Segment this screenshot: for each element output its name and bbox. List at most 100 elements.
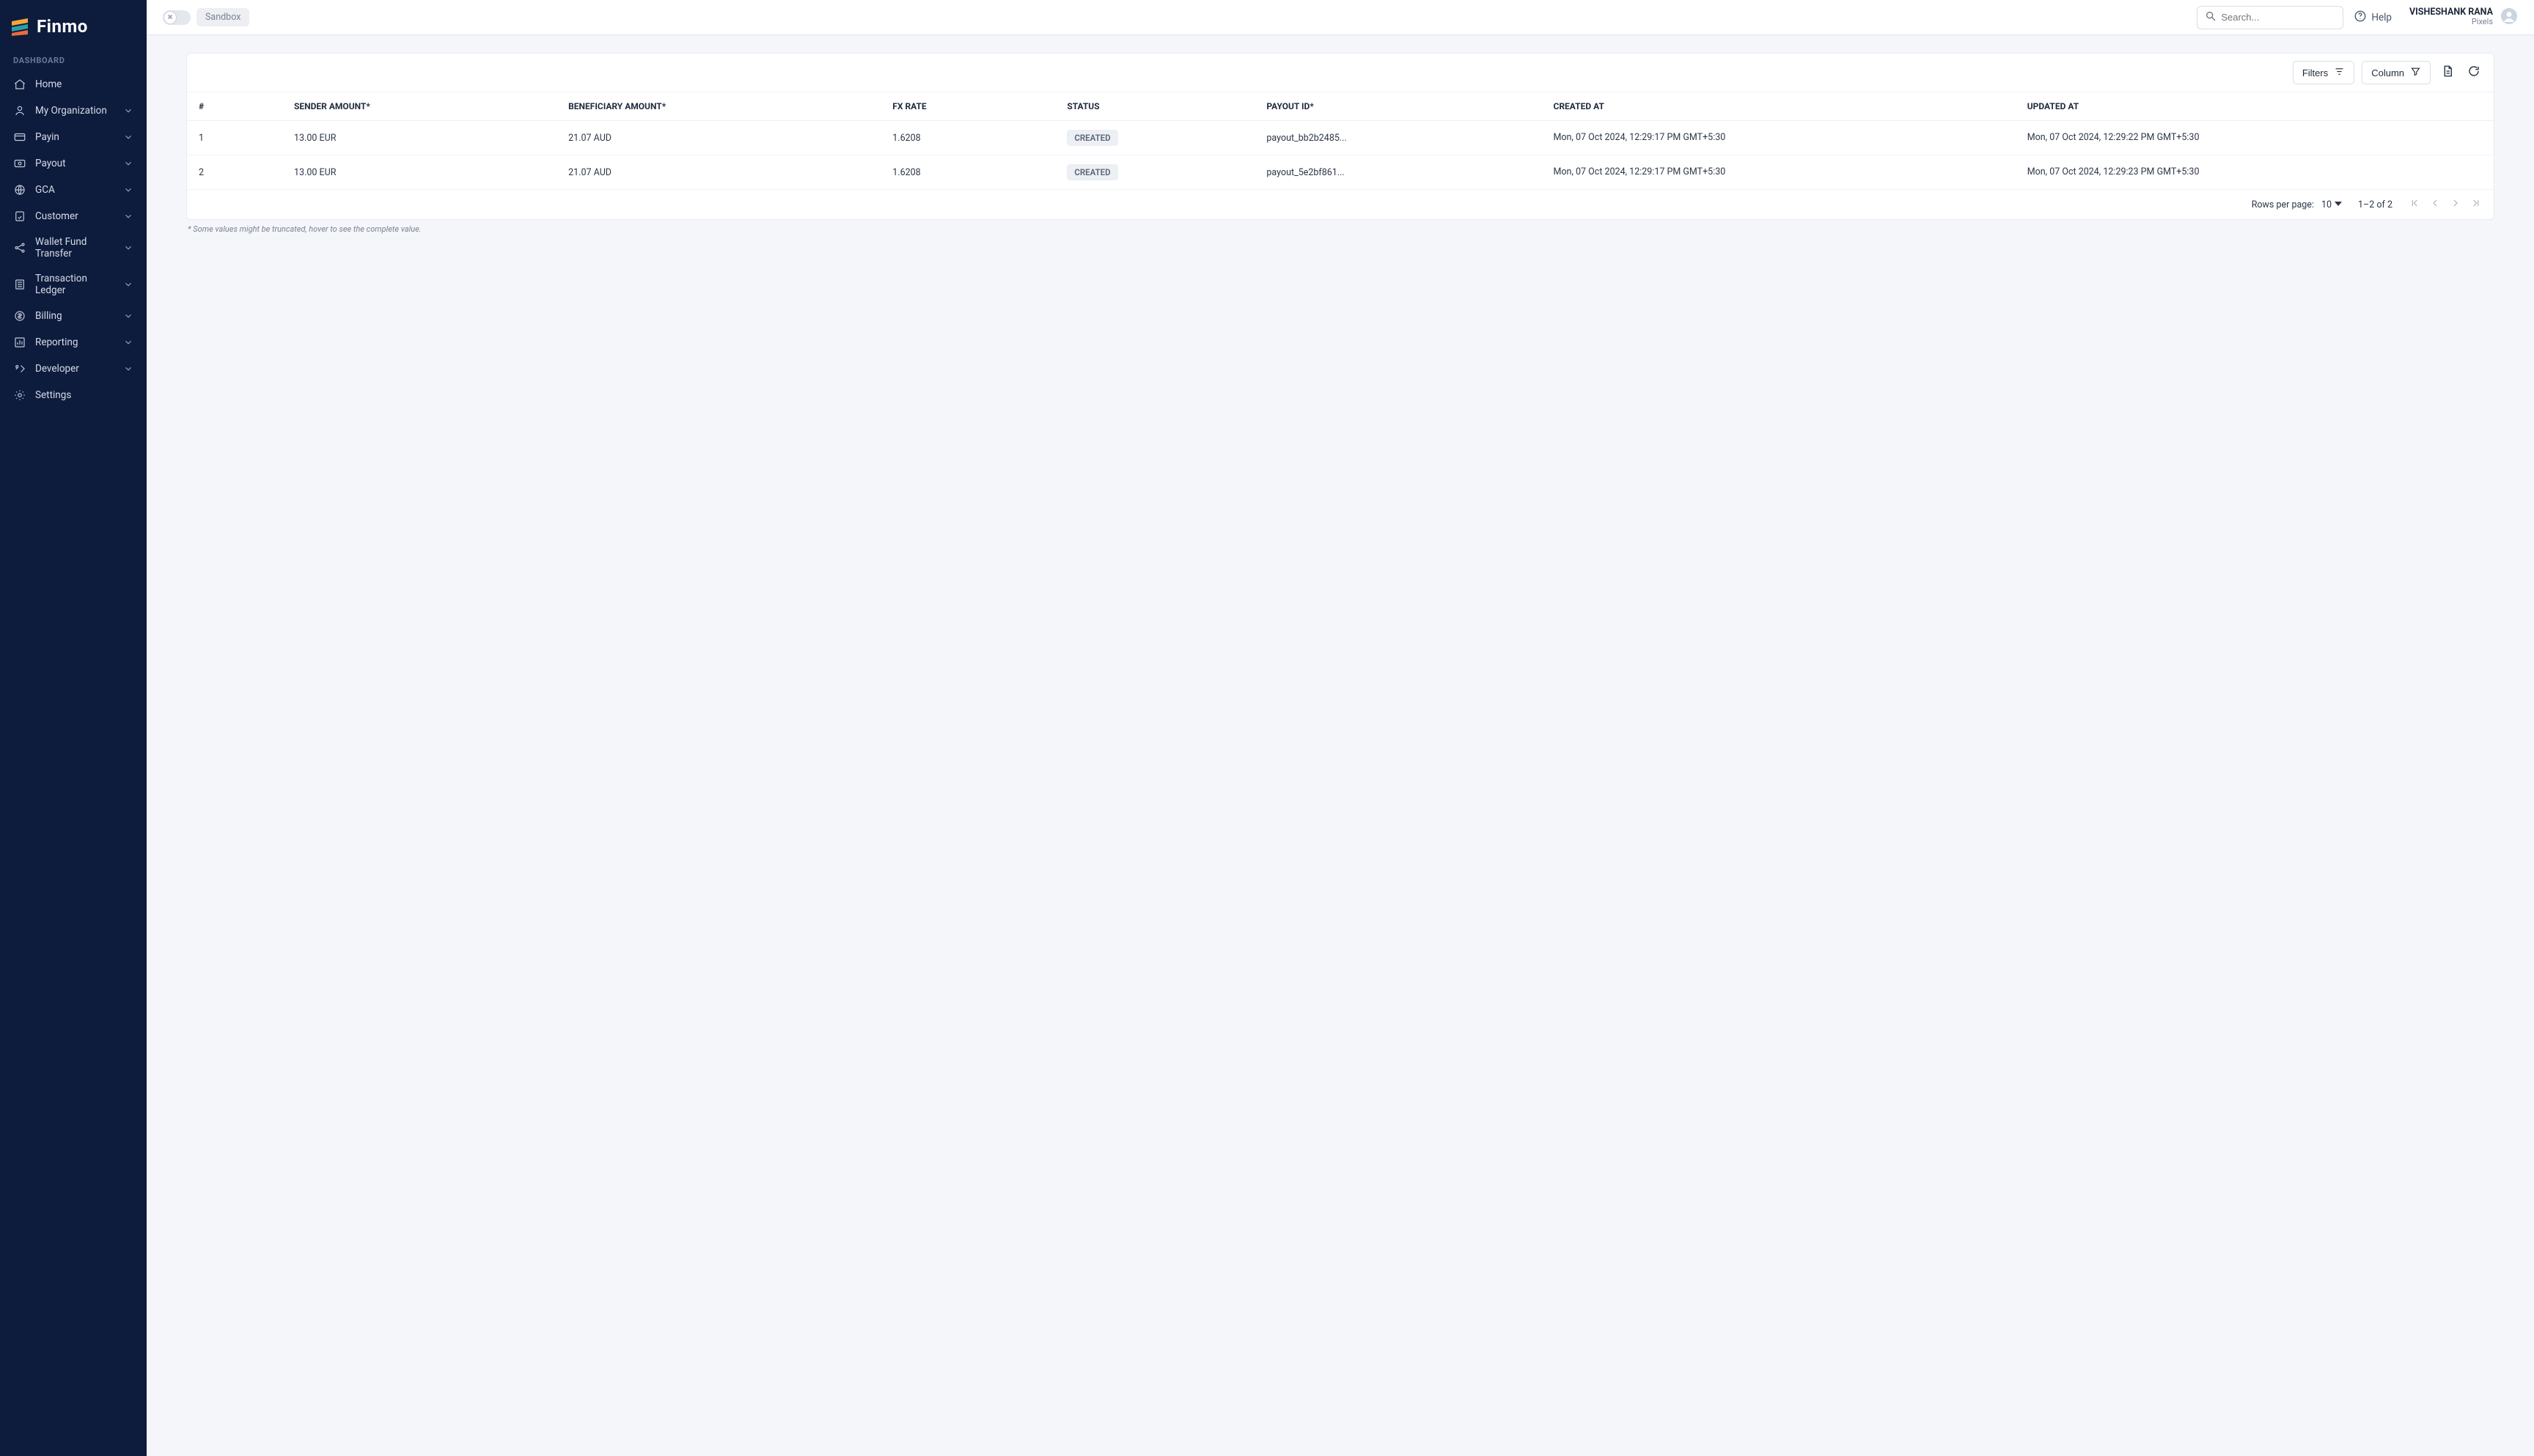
brand-logo[interactable]: Finmo bbox=[0, 0, 147, 56]
sidebar-item-wallet-fund-transfer[interactable]: Wallet Fund Transfer bbox=[0, 229, 147, 266]
th-num[interactable]: # bbox=[187, 92, 287, 121]
table-row[interactable]: 213.00 EUR21.07 AUD1.6208CREATEDpayout_5… bbox=[187, 155, 2494, 190]
sidebar-item-payin[interactable]: Payin bbox=[0, 124, 147, 150]
page-last-button[interactable] bbox=[2470, 197, 2482, 212]
cell-updated-at: Mon, 07 Oct 2024, 12:29:22 PM GMT+5:30 bbox=[2020, 121, 2494, 155]
sidebar-item-gca[interactable]: GCA bbox=[0, 177, 147, 203]
sidebar-item-label: Transaction Ledger bbox=[35, 273, 114, 296]
th-status[interactable]: STATUS bbox=[1059, 92, 1259, 121]
chevron-down-icon bbox=[123, 337, 133, 348]
rows-per-page-label: Rows per page: bbox=[2252, 199, 2314, 210]
sidebar-item-label: Developer bbox=[35, 363, 114, 375]
cell-created-at: Mon, 07 Oct 2024, 12:29:17 PM GMT+5:30 bbox=[1546, 121, 2020, 155]
sidebar-item-label: Reporting bbox=[35, 337, 114, 348]
payout-table: # SENDER AMOUNT* BENEFICIARY AMOUNT* FX … bbox=[187, 92, 2494, 190]
search-input[interactable] bbox=[2221, 12, 2335, 23]
chevron-right-icon bbox=[2450, 197, 2461, 212]
sidebar-item-payout[interactable]: Payout bbox=[0, 150, 147, 177]
brand-logo-mark-icon bbox=[10, 17, 29, 36]
chevron-down-icon bbox=[123, 158, 133, 169]
cell-payout-id: payout_5e2bf861... bbox=[1259, 155, 1546, 190]
sidebar-item-label: Home bbox=[35, 78, 133, 90]
help-label: Help bbox=[2371, 12, 2392, 23]
sidebar-item-label: Payin bbox=[35, 131, 114, 143]
sidebar-item-label: Settings bbox=[35, 389, 133, 401]
sandbox-chip: Sandbox bbox=[197, 8, 249, 26]
avatar-icon bbox=[2500, 7, 2518, 28]
refresh-button[interactable] bbox=[2464, 63, 2483, 82]
table-row[interactable]: 113.00 EUR21.07 AUD1.6208CREATEDpayout_b… bbox=[187, 121, 2494, 155]
th-beneficiary[interactable]: BENEFICIARY AMOUNT* bbox=[561, 92, 885, 121]
rows-per-page-value: 10 bbox=[2321, 199, 2332, 210]
chevron-down-icon bbox=[123, 106, 133, 116]
sidebar-item-my-organization[interactable]: My Organization bbox=[0, 98, 147, 124]
rows-per-page-select[interactable]: 10 bbox=[2321, 199, 2342, 210]
table-header-row: # SENDER AMOUNT* BENEFICIARY AMOUNT* FX … bbox=[187, 92, 2494, 121]
th-updated[interactable]: UPDATED AT bbox=[2020, 92, 2494, 121]
sidebar-item-billing[interactable]: Billing bbox=[0, 303, 147, 329]
ledger-icon bbox=[13, 278, 26, 291]
sidebar-item-label: Billing bbox=[35, 310, 114, 322]
help-button[interactable]: Help bbox=[2354, 10, 2392, 26]
customer-icon bbox=[13, 210, 26, 223]
home-icon bbox=[13, 78, 26, 91]
export-button[interactable] bbox=[2438, 63, 2457, 82]
sidebar-item-reporting[interactable]: Reporting bbox=[0, 329, 147, 356]
filters-button[interactable]: Filters bbox=[2293, 61, 2354, 84]
user-name: VISHESHANK RANA bbox=[2409, 7, 2493, 18]
cell-payout-id: payout_bb2b2485... bbox=[1259, 121, 1546, 155]
refresh-icon bbox=[2467, 65, 2480, 81]
sidebar-item-label: Wallet Fund Transfer bbox=[35, 236, 114, 260]
chevron-first-icon bbox=[2409, 197, 2420, 212]
th-fx[interactable]: FX RATE bbox=[885, 92, 1059, 121]
sidebar-item-label: Payout bbox=[35, 158, 114, 169]
column-button[interactable]: Column bbox=[2362, 61, 2431, 84]
cell-sender-amount: 13.00 EUR bbox=[287, 121, 561, 155]
page-prev-button[interactable] bbox=[2429, 197, 2441, 212]
cell-sender-amount: 13.00 EUR bbox=[287, 155, 561, 190]
th-payout-id[interactable]: PAYOUT ID* bbox=[1259, 92, 1546, 121]
status-badge: CREATED bbox=[1067, 130, 1117, 146]
sidebar: Finmo DASHBOARD Home My Organization Payin… bbox=[0, 0, 147, 1456]
th-created[interactable]: CREATED AT bbox=[1546, 92, 2020, 121]
th-sender[interactable]: SENDER AMOUNT* bbox=[287, 92, 561, 121]
sandbox-toggle[interactable] bbox=[163, 10, 191, 25]
sidebar-section-label: DASHBOARD bbox=[0, 56, 147, 71]
sidebar-item-settings[interactable]: Settings bbox=[0, 382, 147, 408]
sidebar-item-developer[interactable]: Developer bbox=[0, 356, 147, 382]
sidebar-item-customer[interactable]: Customer bbox=[0, 203, 147, 229]
sidebar-item-transaction-ledger[interactable]: Transaction Ledger bbox=[0, 266, 147, 303]
page-first-button[interactable] bbox=[2409, 197, 2420, 212]
sidebar-item-label: GCA bbox=[35, 184, 114, 196]
report-icon bbox=[13, 336, 26, 349]
chevron-down-icon bbox=[123, 211, 133, 221]
brand-name: Finmo bbox=[37, 16, 88, 37]
card-toolbar: Filters Column bbox=[187, 54, 2494, 92]
cell-beneficiary-amount: 21.07 AUD bbox=[561, 155, 885, 190]
billing-icon bbox=[13, 309, 26, 323]
search-box[interactable] bbox=[2197, 6, 2343, 29]
cell-num: 2 bbox=[187, 155, 287, 190]
sidebar-item-home[interactable]: Home bbox=[0, 71, 147, 98]
topbar: Sandbox Help VISHESHANK RANA Pixels bbox=[147, 0, 2534, 35]
cell-fx-rate: 1.6208 bbox=[885, 121, 1059, 155]
pagination: Rows per page: 10 1–2 of 2 bbox=[187, 190, 2494, 219]
dev-icon bbox=[13, 362, 26, 375]
caret-down-icon bbox=[2335, 199, 2342, 210]
pagination-range: 1–2 of 2 bbox=[2358, 199, 2392, 210]
help-icon bbox=[2354, 10, 2367, 26]
page-next-button[interactable] bbox=[2450, 197, 2461, 212]
content-area: Filters Column bbox=[147, 35, 2534, 1456]
cell-created-at: Mon, 07 Oct 2024, 12:29:17 PM GMT+5:30 bbox=[1546, 155, 2020, 190]
cell-fx-rate: 1.6208 bbox=[885, 155, 1059, 190]
cell-status: CREATED bbox=[1059, 121, 1259, 155]
filters-label: Filters bbox=[2302, 67, 2328, 78]
card-icon bbox=[13, 130, 26, 144]
chevron-down-icon bbox=[123, 311, 133, 321]
chevron-down-icon bbox=[123, 364, 133, 374]
search-icon bbox=[2205, 10, 2217, 25]
funnel-icon bbox=[2410, 66, 2421, 79]
chevron-left-icon bbox=[2429, 197, 2441, 212]
user-menu[interactable]: VISHESHANK RANA Pixels bbox=[2409, 7, 2518, 28]
truncation-footnote: * Some values might be truncated, hover … bbox=[186, 220, 2494, 234]
